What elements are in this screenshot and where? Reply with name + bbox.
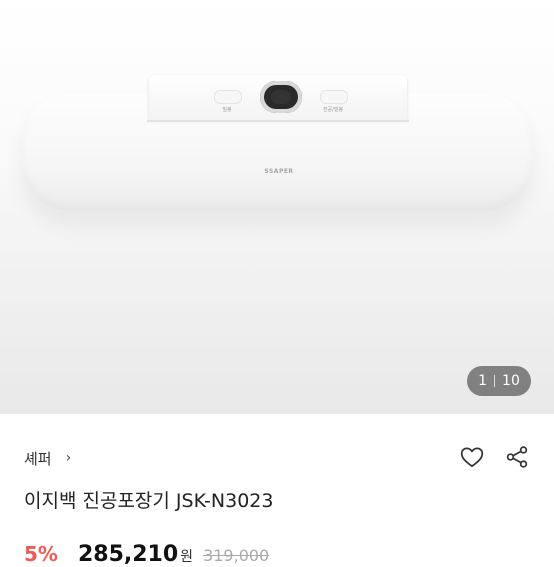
sale-price: 285,210 bbox=[77, 542, 179, 567]
vacuum-seal-button-graphic bbox=[320, 90, 348, 104]
price-row: 5% 285,210 원 319,000 bbox=[24, 542, 270, 567]
total-pages: 10 bbox=[502, 373, 520, 389]
vacuum-seal-label: 진공/밀봉 bbox=[322, 107, 344, 113]
brand-logo: SSAPER bbox=[264, 168, 294, 175]
lid-seam bbox=[147, 120, 409, 122]
chevron-right-icon: › bbox=[65, 450, 72, 466]
currency-unit: 원 bbox=[180, 549, 194, 565]
product-image-gallery[interactable]: 밀봉 진공/밀봉 SSAPER 1 10 bbox=[0, 0, 554, 414]
original-price: 319,000 bbox=[203, 546, 270, 565]
power-button-graphic bbox=[260, 81, 302, 113]
product-title: 이지백 진공포장기 JSK-N3023 bbox=[24, 490, 274, 512]
heart-icon[interactable] bbox=[459, 444, 485, 470]
store-name: 셰퍼 bbox=[24, 449, 52, 468]
store-link[interactable]: 셰퍼 › bbox=[24, 446, 71, 470]
discount-rate: 5% bbox=[24, 542, 58, 566]
counter-divider bbox=[494, 375, 496, 387]
current-page: 1 bbox=[478, 373, 488, 389]
image-page-counter: 1 10 bbox=[467, 366, 531, 396]
seal-button-graphic bbox=[214, 90, 242, 104]
seal-label: 밀봉 bbox=[222, 107, 232, 113]
share-icon[interactable] bbox=[504, 444, 530, 470]
